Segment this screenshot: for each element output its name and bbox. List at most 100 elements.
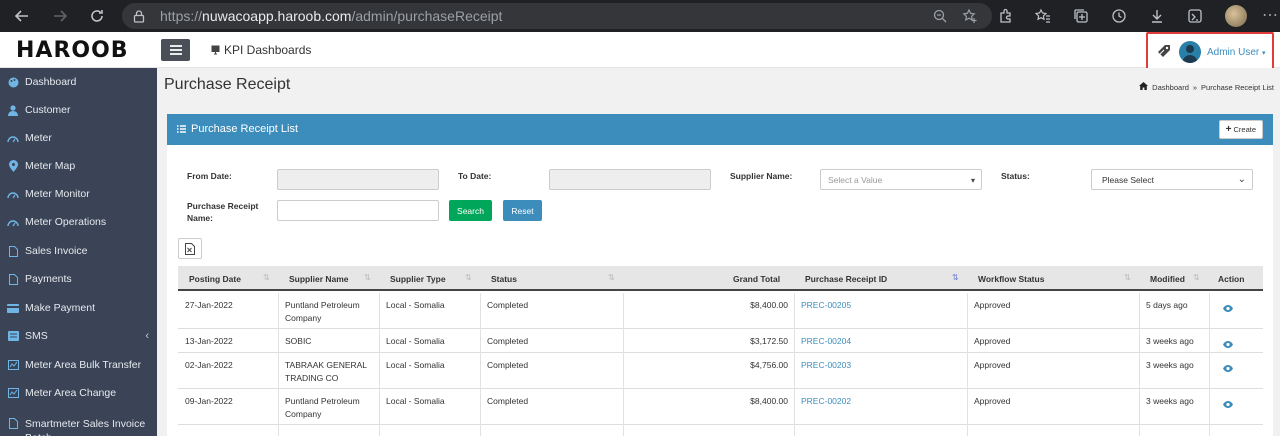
history-icon[interactable] (1109, 6, 1129, 26)
back-arrow-icon[interactable] (12, 6, 32, 26)
sidebar-item-customer[interactable]: Customer (0, 96, 157, 124)
user-menu-button[interactable]: Admin User ▾ (1207, 47, 1266, 58)
sidebar-item-label: Meter (25, 132, 52, 144)
column-supplier-name[interactable]: Supplier Name (289, 266, 349, 291)
status-select[interactable]: Please Select ⌄ (1091, 169, 1253, 190)
sort-icon[interactable]: ⇅ (263, 273, 270, 282)
favorites-icon[interactable] (1033, 6, 1053, 26)
to-date-input[interactable] (549, 169, 711, 190)
sort-icon[interactable]: ⇅ (1124, 273, 1131, 282)
more-menu-icon[interactable]: ⋯ (1262, 6, 1278, 26)
collections-icon[interactable] (1071, 6, 1091, 26)
breadcrumb-separator: » (1192, 82, 1198, 92)
sidebar-item-sales-invoice[interactable]: Sales Invoice (0, 237, 157, 265)
breadcrumb: Dashboard » Purchase Receipt List (1139, 82, 1274, 92)
url-text: https://nuwacoapp.haroob.com/admin/purch… (160, 8, 503, 24)
supplier-name-label: Supplier Name: (730, 171, 793, 181)
sidebar-item-smartmeter-sales-invoice-batch[interactable]: Smartmeter Sales Invoice Batch (0, 408, 157, 436)
sidebar-item-label: Smartmeter Sales Invoice Batch (25, 418, 146, 436)
column-modified[interactable]: Modified (1150, 266, 1185, 291)
column-purchase-receipt-id[interactable]: Purchase Receipt ID (805, 266, 887, 291)
sidebar-item-dashboard[interactable]: Dashboard (0, 68, 157, 96)
sidebar-item-payments[interactable]: Payments (0, 265, 157, 293)
table-header: Posting Date ⇅ Supplier Name ⇅ Supplier … (178, 266, 1263, 291)
reset-button[interactable]: Reset (503, 200, 542, 221)
receipt-name-input[interactable] (277, 200, 439, 221)
sidebar-item-meter[interactable]: Meter (0, 124, 157, 152)
gauge-icon (7, 132, 19, 144)
eye-icon[interactable] (1223, 301, 1233, 312)
column-divider (379, 293, 380, 436)
file-icon (7, 417, 19, 429)
column-status[interactable]: Status (491, 266, 517, 291)
sidebar-item-label: Meter Map (25, 160, 76, 172)
column-grand-total[interactable]: Grand Total (733, 266, 780, 291)
sidebar-item-label: Meter Area Change (25, 387, 117, 399)
screenshot-icon[interactable] (1185, 6, 1205, 26)
plus-icon: + (1225, 124, 1232, 135)
create-button[interactable]: + Create (1218, 120, 1263, 139)
sort-icon[interactable]: ⇅ (364, 273, 371, 282)
export-excel-button[interactable] (178, 238, 202, 259)
column-supplier-type[interactable]: Supplier Type (390, 266, 446, 291)
sidebar-item-label: Sales Invoice (25, 245, 88, 257)
extensions-icon[interactable] (995, 6, 1015, 26)
cell-receipt-id-link[interactable]: PREC-00204 (801, 335, 851, 348)
eye-icon[interactable] (1223, 337, 1233, 348)
cell-receipt-id-link[interactable]: PREC-00205 (801, 299, 851, 312)
eye-icon[interactable] (1223, 361, 1233, 372)
sidebar-item-meter-monitor[interactable]: Meter Monitor (0, 180, 157, 208)
app-header: HAROOB KPI Dashboards Admin User ▾ (0, 32, 1280, 71)
search-button[interactable]: Search (449, 200, 492, 221)
purchase-receipt-box: Purchase Receipt List + Create From Date… (167, 114, 1273, 436)
sidebar-item-meter-area-bulk-transfer[interactable]: Meter Area Bulk Transfer (0, 351, 157, 379)
sidebar-item-label: Meter Area Bulk Transfer (25, 359, 142, 371)
sort-icon[interactable]: ⇅ (465, 273, 472, 282)
caret-down-icon: ▾ (970, 176, 975, 185)
supplier-name-select[interactable]: Select a Value ▾ (820, 169, 982, 190)
from-date-input[interactable] (277, 169, 439, 190)
main-content: Purchase Receipt Dashboard » Purchase Re… (157, 68, 1280, 436)
home-icon (1139, 82, 1149, 92)
address-bar[interactable]: https://nuwacoapp.haroob.com/admin/purch… (122, 3, 992, 29)
sidebar-item-make-payment[interactable]: Make Payment (0, 294, 157, 322)
breadcrumb-home-link[interactable]: Dashboard (1152, 83, 1189, 92)
menu-toggle-button[interactable] (161, 39, 190, 61)
sidebar-item-sms[interactable]: SMS ‹ (0, 322, 157, 350)
add-favorite-icon[interactable] (962, 8, 978, 24)
forward-arrow-icon[interactable] (50, 6, 70, 26)
sort-desc-icon[interactable]: ⇅ (952, 273, 959, 282)
tag-icon[interactable] (1156, 43, 1172, 59)
cell-modified: 3 weeks ago (1146, 336, 1194, 346)
file-icon (7, 273, 19, 285)
table-row (178, 425, 1263, 436)
caret-down-icon: ▾ (1262, 50, 1266, 57)
download-icon[interactable] (1147, 6, 1167, 26)
cell-receipt-id-link[interactable]: PREC-00202 (801, 395, 851, 408)
reload-icon[interactable] (87, 6, 107, 26)
cell-posting-date: 13-Jan-2022 (185, 336, 233, 346)
eye-icon[interactable] (1223, 397, 1233, 408)
avatar[interactable] (1179, 41, 1201, 63)
cell-modified: 3 weeks ago (1146, 396, 1194, 406)
cell-supplier-type: Local - Somalia (386, 300, 445, 310)
sort-icon[interactable]: ⇅ (1193, 273, 1200, 282)
from-date-label: From Date: (187, 171, 232, 181)
map-marker-icon (7, 160, 19, 172)
column-workflow-status[interactable]: Workflow Status (978, 266, 1044, 291)
breadcrumb-current: Purchase Receipt List (1201, 82, 1274, 92)
zoom-icon[interactable] (932, 8, 948, 24)
sidebar-item-meter-operations[interactable]: Meter Operations (0, 208, 157, 236)
column-posting-date[interactable]: Posting Date (189, 266, 241, 291)
cell-receipt-id-link[interactable]: PREC-00203 (801, 359, 851, 372)
sidebar-item-label: Make Payment (25, 302, 96, 314)
gauge-icon (7, 188, 19, 200)
receipt-name-label: Purchase Receipt Name: (187, 201, 259, 223)
sidebar-item-meter-map[interactable]: Meter Map (0, 152, 157, 180)
sort-icon[interactable]: ⇅ (608, 273, 615, 282)
sidebar-item-meter-area-change[interactable]: Meter Area Change (0, 379, 157, 407)
kpi-dashboards-link[interactable]: KPI Dashboards (211, 43, 311, 57)
browser-profile-avatar[interactable] (1225, 5, 1247, 27)
cell-workflow-status: Approved (974, 396, 1011, 406)
lock-icon (132, 9, 146, 23)
